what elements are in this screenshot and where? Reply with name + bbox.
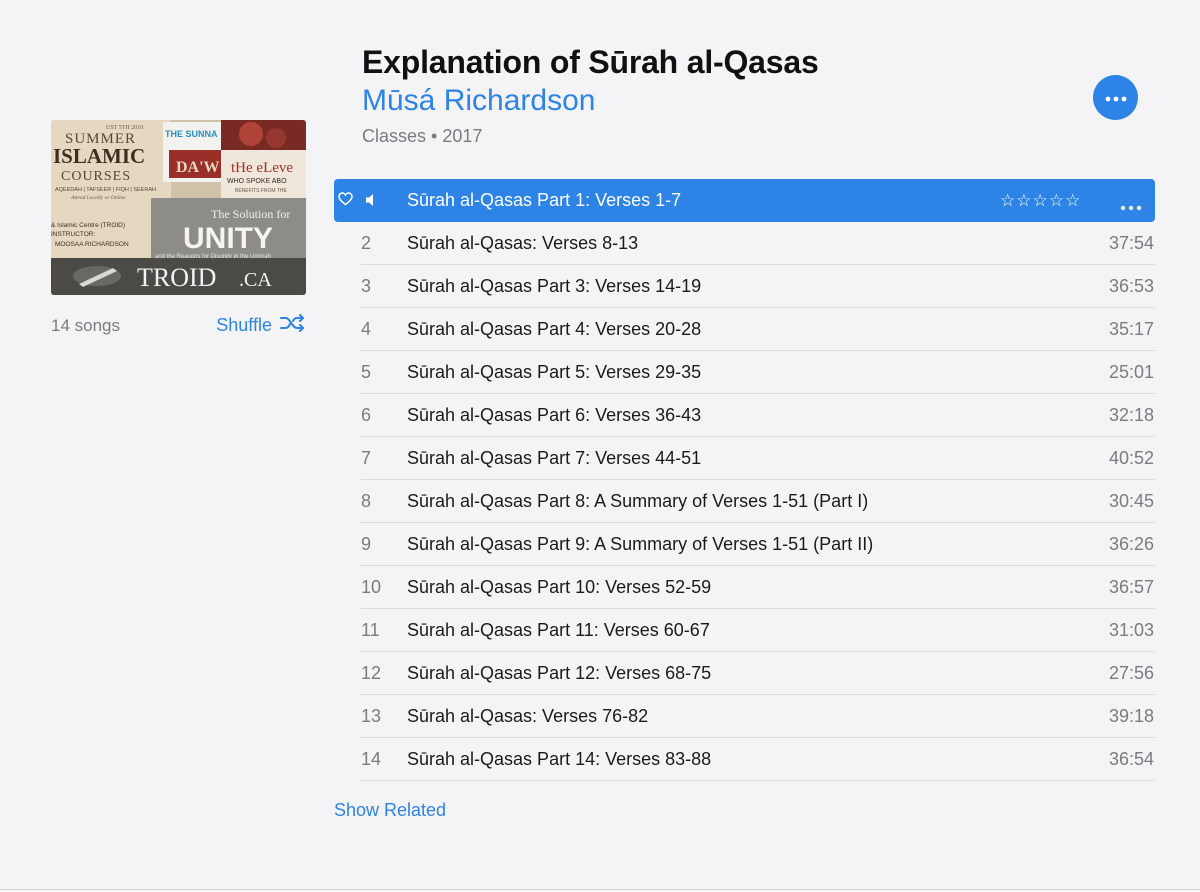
track-number: 3 bbox=[361, 276, 372, 296]
track-number: 6 bbox=[361, 405, 372, 425]
track-title: Sūrah al-Qasas Part 9: A Summary of Vers… bbox=[407, 534, 874, 554]
album-meta: Classes • 2017 bbox=[362, 126, 483, 146]
track-row[interactable]: 4 Sūrah al-Qasas Part 4: Verses 20-28 35… bbox=[361, 308, 1155, 351]
track-title: Sūrah al-Qasas Part 3: Verses 14-19 bbox=[407, 276, 702, 296]
track-number: 8 bbox=[361, 491, 372, 511]
track-number: 12 bbox=[361, 663, 382, 683]
artwork-spoke-text: WHO SPOKE ABO bbox=[227, 178, 287, 185]
artwork-centre-text: & Islamic Centre (TROID) bbox=[51, 222, 125, 229]
speaker-icon bbox=[365, 193, 377, 212]
artwork-instructor-text: INSTRUCTOR: bbox=[51, 231, 95, 238]
track-title: Sūrah al-Qasas: Verses 76-82 bbox=[407, 706, 649, 726]
track-number: 9 bbox=[361, 534, 372, 554]
rating-stars[interactable]: ☆☆☆☆☆ bbox=[1000, 179, 1081, 222]
track-duration: 37:54 bbox=[1108, 233, 1154, 253]
artwork-benefits-text: BENEFITS FROM THE bbox=[235, 188, 288, 194]
album-page: UST 5TH 2010 SUMMER ISLAMIC COURSES AQEE… bbox=[0, 0, 1200, 892]
track-duration: 25:01 bbox=[1108, 362, 1154, 382]
songs-count: 14 songs bbox=[51, 316, 120, 335]
track-duration: 27:56 bbox=[1108, 663, 1154, 683]
track-title: Sūrah al-Qasas Part 1: Verses 1-7 bbox=[407, 190, 682, 210]
shuffle-button[interactable]: Shuffle bbox=[216, 314, 306, 337]
shuffle-label: Shuffle bbox=[216, 315, 272, 335]
album-artwork[interactable]: UST 5TH 2010 SUMMER ISLAMIC COURSES AQEE… bbox=[51, 120, 306, 295]
track-title: Sūrah al-Qasas Part 12: Verses 68-75 bbox=[407, 663, 712, 683]
track-row[interactable]: 14 Sūrah al-Qasas Part 14: Verses 83-88 … bbox=[361, 738, 1155, 781]
track-duration: 30:45 bbox=[1108, 491, 1154, 511]
artwork-attend-text: Attend Locally or Online bbox=[70, 195, 126, 201]
artwork-solution-text: The Solution for bbox=[211, 207, 290, 221]
track-number: 11 bbox=[361, 620, 380, 640]
track-row[interactable]: 2 Sūrah al-Qasas: Verses 8-13 37:54 bbox=[361, 222, 1155, 265]
track-title: Sūrah al-Qasas: Verses 8-13 bbox=[407, 233, 639, 253]
more-icon bbox=[1105, 89, 1127, 107]
track-number: 14 bbox=[361, 749, 382, 769]
artwork-daw-text: DA'W bbox=[176, 159, 220, 176]
shuffle-icon bbox=[280, 314, 306, 337]
track-duration: 36:57 bbox=[1108, 577, 1154, 597]
track-number: 7 bbox=[361, 448, 372, 468]
track-title: Sūrah al-Qasas Part 10: Verses 52-59 bbox=[407, 577, 712, 597]
track-number: 5 bbox=[361, 362, 372, 382]
track-duration: 35:17 bbox=[1108, 319, 1154, 339]
track-row[interactable]: 9 Sūrah al-Qasas Part 9: A Summary of Ve… bbox=[361, 523, 1155, 566]
track-row[interactable]: 11 Sūrah al-Qasas Part 11: Verses 60-67 … bbox=[361, 609, 1155, 652]
heart-icon[interactable] bbox=[338, 192, 353, 211]
track-duration: 40:52 bbox=[1108, 448, 1154, 468]
track-row[interactable]: 6 Sūrah al-Qasas Part 6: Verses 36-43 32… bbox=[361, 394, 1155, 437]
track-title: Sūrah al-Qasas Part 5: Verses 29-35 bbox=[407, 362, 702, 382]
bottom-divider bbox=[0, 889, 1200, 890]
artwork-islamic-text: ISLAMIC bbox=[53, 144, 145, 168]
artwork-courses-text: COURSES bbox=[61, 169, 131, 184]
album-more-button[interactable] bbox=[1093, 75, 1138, 120]
track-number: 4 bbox=[361, 319, 372, 339]
track-row-selected[interactable]: Sūrah al-Qasas Part 1: Verses 1-7 ☆☆☆☆☆ bbox=[334, 179, 1155, 222]
track-row[interactable]: 7 Sūrah al-Qasas Part 7: Verses 44-51 40… bbox=[361, 437, 1155, 480]
track-title: Sūrah al-Qasas Part 14: Verses 83-88 bbox=[407, 749, 712, 769]
artwork-sunnah-text: THE SUNNA bbox=[165, 129, 218, 139]
track-title: Sūrah al-Qasas Part 8: A Summary of Vers… bbox=[407, 491, 869, 511]
track-number: 2 bbox=[361, 233, 372, 253]
track-row[interactable]: 12 Sūrah al-Qasas Part 12: Verses 68-75 … bbox=[361, 652, 1155, 695]
track-duration: 32:18 bbox=[1108, 405, 1154, 425]
track-title: Sūrah al-Qasas Part 6: Verses 36-43 bbox=[407, 405, 702, 425]
artwork-brand-suffix-text: .CA bbox=[239, 269, 272, 291]
artist-link[interactable]: Mūsá Richardson bbox=[362, 84, 595, 118]
album-title: Explanation of Sūrah al-Qasas bbox=[362, 44, 819, 80]
show-related-link[interactable]: Show Related bbox=[334, 800, 446, 821]
track-duration: 36:53 bbox=[1108, 276, 1154, 296]
track-row[interactable]: 10 Sūrah al-Qasas Part 10: Verses 52-59 … bbox=[361, 566, 1155, 609]
track-duration: 31:03 bbox=[1108, 620, 1154, 640]
artwork-eleven-text: tHe eLeve bbox=[231, 160, 293, 176]
track-number: 13 bbox=[361, 706, 382, 726]
artwork-unity-text: UNITY bbox=[183, 222, 273, 255]
track-number: 10 bbox=[361, 577, 382, 597]
track-title: Sūrah al-Qasas Part 4: Verses 20-28 bbox=[407, 319, 702, 339]
track-title: Sūrah al-Qasas Part 7: Verses 44-51 bbox=[407, 448, 702, 468]
more-icon[interactable] bbox=[1120, 198, 1142, 216]
artwork-subjects-text: AQEEDAH | TAFSEER | FIQH | SEERAH bbox=[55, 187, 156, 193]
track-list: Sūrah al-Qasas Part 1: Verses 1-7 ☆☆☆☆☆ … bbox=[334, 179, 1155, 781]
artwork-brand-text: TROID bbox=[137, 263, 216, 292]
track-duration: 39:18 bbox=[1108, 706, 1154, 726]
track-row[interactable]: 13 Sūrah al-Qasas: Verses 76-82 39:18 bbox=[361, 695, 1155, 738]
track-row[interactable]: 3 Sūrah al-Qasas Part 3: Verses 14-19 36… bbox=[361, 265, 1155, 308]
track-row[interactable]: 5 Sūrah al-Qasas Part 5: Verses 29-35 25… bbox=[361, 351, 1155, 394]
track-duration: 36:26 bbox=[1108, 534, 1154, 554]
track-title: Sūrah al-Qasas Part 11: Verses 60-67 bbox=[407, 620, 710, 640]
track-duration: 36:54 bbox=[1108, 749, 1154, 769]
artwork-instructor-name-text: MOOSAA RICHARDSON bbox=[55, 241, 129, 248]
track-row[interactable]: 8 Sūrah al-Qasas Part 8: A Summary of Ve… bbox=[361, 480, 1155, 523]
